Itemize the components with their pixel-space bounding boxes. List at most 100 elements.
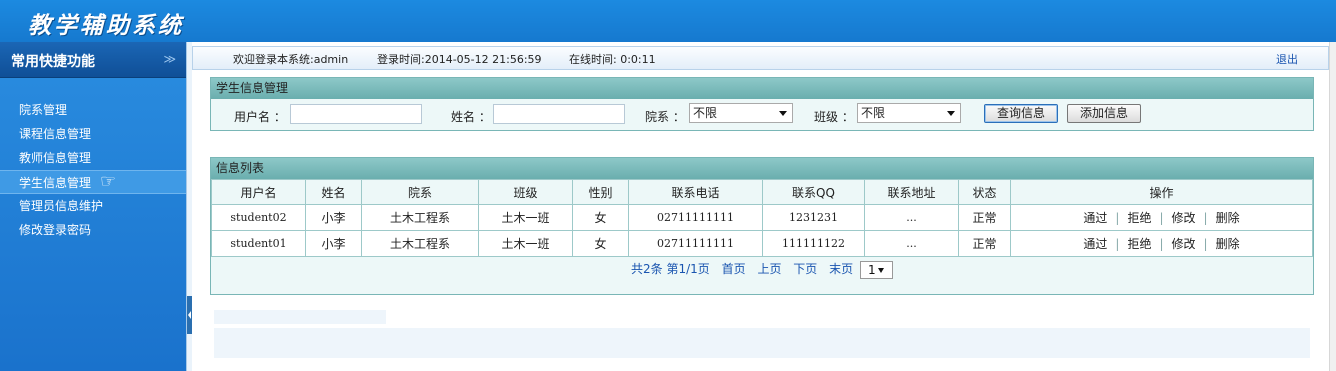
- sidebar: 常用快捷功能 ≫ 院系管理 课程信息管理 教师信息管理 学生信息管理 ☞ 管理员…: [0, 42, 186, 371]
- table-row: student01 小李 土木工程系 土木一班 女 02711111111 11…: [211, 230, 1313, 257]
- approve-link[interactable]: 通过: [1083, 237, 1107, 251]
- department-select-value: 不限: [693, 106, 718, 120]
- dropdown-arrow-icon: [779, 111, 787, 116]
- separator: |: [1159, 237, 1164, 251]
- column-header: 班级: [478, 179, 573, 205]
- approve-link[interactable]: 通过: [1083, 211, 1107, 225]
- cell-class: 土木一班: [478, 204, 573, 231]
- name-input[interactable]: [493, 104, 625, 124]
- cell-qq: 1231231: [762, 204, 865, 231]
- cell-class: 土木一班: [478, 230, 573, 257]
- sidebar-header[interactable]: 常用快捷功能 ≫: [0, 42, 186, 78]
- welcome-text: 欢迎登录本系统:admin: [233, 53, 349, 66]
- department-select[interactable]: 不限: [689, 103, 793, 123]
- column-header: 联系电话: [628, 179, 763, 205]
- student-table: 用户名 姓名 院系 班级 性别 联系电话 联系QQ 联系地址 状态 操作 stu…: [211, 179, 1313, 257]
- cell-gender: 女: [572, 204, 629, 231]
- username-label: 用户名 ：: [234, 110, 286, 124]
- delete-link[interactable]: 删除: [1216, 237, 1240, 251]
- cell-department: 土木工程系: [361, 204, 479, 231]
- class-select[interactable]: 不限: [857, 103, 961, 123]
- cell-phone: 02711111111: [628, 230, 763, 257]
- separator: |: [1203, 211, 1208, 225]
- search-panel: 学生信息管理 用户名 ： 姓名 ： 院系 ： 不限 班级 ： 不限 查询信息 添…: [210, 77, 1314, 131]
- reject-link[interactable]: 拒绝: [1127, 211, 1151, 225]
- cell-actions: 通过 | 拒绝 | 修改 | 删除: [1010, 230, 1313, 257]
- double-chevron-down-icon[interactable]: ≫: [163, 52, 176, 66]
- logout-link[interactable]: 退出: [1276, 51, 1298, 67]
- cell-name: 小李: [305, 230, 362, 257]
- cell-status: 正常: [958, 230, 1011, 257]
- cell-department: 土木工程系: [361, 230, 479, 257]
- username-input[interactable]: [290, 104, 422, 124]
- query-button[interactable]: 查询信息: [984, 104, 1059, 123]
- separator: |: [1203, 237, 1208, 251]
- pagination-summary: 共2条 第1/1页: [631, 262, 710, 276]
- sidebar-item-admin[interactable]: 管理员信息维护: [0, 194, 186, 218]
- hand-pointer-icon: ☞: [100, 171, 117, 192]
- main-content: 欢迎登录本系统:admin 登录时间:2014-05-12 21:56:59 在…: [192, 42, 1336, 371]
- list-panel-title: 信息列表: [211, 158, 1313, 179]
- separator: |: [1115, 211, 1120, 225]
- vertical-scrollbar[interactable]: [1329, 42, 1336, 371]
- name-label: 姓名 ：: [451, 110, 491, 124]
- login-time: 登录时间:2014-05-12 21:56:59: [377, 53, 542, 66]
- column-header: 性别: [572, 179, 629, 205]
- sidebar-title: 常用快捷功能: [11, 54, 95, 70]
- sidebar-item-password[interactable]: 修改登录密码: [0, 218, 186, 242]
- cell-username: student02: [211, 204, 306, 231]
- pagination: 共2条 第1/1页 首页 上页 下页 末页 1: [211, 257, 1313, 285]
- dropdown-arrow-icon: [947, 111, 955, 116]
- class-select-value: 不限: [861, 106, 886, 120]
- cell-actions: 通过 | 拒绝 | 修改 | 删除: [1010, 204, 1313, 231]
- column-header: 联系地址: [864, 179, 959, 205]
- reject-link[interactable]: 拒绝: [1127, 237, 1151, 251]
- sidebar-item-department[interactable]: 院系管理: [0, 98, 186, 122]
- column-header: 状态: [958, 179, 1011, 205]
- page-select-value: 1: [867, 262, 876, 277]
- class-label: 班级 ：: [814, 110, 854, 124]
- last-page-link[interactable]: 末页: [829, 262, 853, 276]
- cell-username: student01: [211, 230, 306, 257]
- sidebar-item-student[interactable]: 学生信息管理 ☞: [0, 170, 186, 194]
- cell-address: ...: [864, 230, 959, 257]
- cell-address: ...: [864, 204, 959, 231]
- search-form: 用户名 ： 姓名 ： 院系 ： 不限 班级 ： 不限 查询信息 添加信息: [211, 99, 1313, 129]
- column-header: 操作: [1010, 179, 1313, 205]
- prev-page-link[interactable]: 上页: [757, 262, 781, 276]
- cell-gender: 女: [572, 230, 629, 257]
- list-panel: 信息列表 用户名 姓名 院系 班级 性别 联系电话 联系QQ 联系地址 状态 操…: [210, 157, 1314, 295]
- first-page-link[interactable]: 首页: [722, 262, 746, 276]
- dropdown-arrow-icon: [877, 267, 884, 273]
- table-header-row: 用户名 姓名 院系 班级 性别 联系电话 联系QQ 联系地址 状态 操作: [211, 179, 1313, 205]
- column-header: 姓名: [305, 179, 362, 205]
- edit-link[interactable]: 修改: [1172, 211, 1196, 225]
- next-page-link[interactable]: 下页: [793, 262, 817, 276]
- table-row: student02 小李 土木工程系 土木一班 女 02711111111 12…: [211, 204, 1313, 231]
- cell-name: 小李: [305, 204, 362, 231]
- department-label: 院系 ：: [645, 110, 685, 124]
- sidebar-item-label: 学生信息管理: [19, 176, 92, 190]
- separator: |: [1159, 211, 1164, 225]
- sidebar-item-teacher[interactable]: 教师信息管理: [0, 146, 186, 170]
- app-title: 教学辅助系统: [28, 12, 184, 39]
- cell-qq: 111111122: [762, 230, 865, 257]
- sidebar-menu: 院系管理 课程信息管理 教师信息管理 学生信息管理 ☞ 管理员信息维护 修改登录…: [0, 98, 186, 242]
- page-select[interactable]: 1: [859, 260, 893, 279]
- add-button[interactable]: 添加信息: [1067, 104, 1142, 123]
- sidebar-item-course[interactable]: 课程信息管理: [0, 122, 186, 146]
- delete-link[interactable]: 删除: [1216, 211, 1240, 225]
- online-time: 在线时间: 0:0:11: [569, 53, 656, 66]
- search-panel-title: 学生信息管理: [211, 78, 1313, 99]
- faded-area: [214, 310, 386, 324]
- faded-area: [214, 328, 1310, 358]
- separator: |: [1115, 237, 1120, 251]
- status-bar: 欢迎登录本系统:admin 登录时间:2014-05-12 21:56:59 在…: [192, 46, 1329, 70]
- column-header: 院系: [361, 179, 479, 205]
- edit-link[interactable]: 修改: [1172, 237, 1196, 251]
- cell-status: 正常: [958, 204, 1011, 231]
- column-header: 用户名: [211, 179, 306, 205]
- cell-phone: 02711111111: [628, 204, 763, 231]
- column-header: 联系QQ: [762, 179, 865, 205]
- header-banner: 教学辅助系统: [0, 0, 1336, 42]
